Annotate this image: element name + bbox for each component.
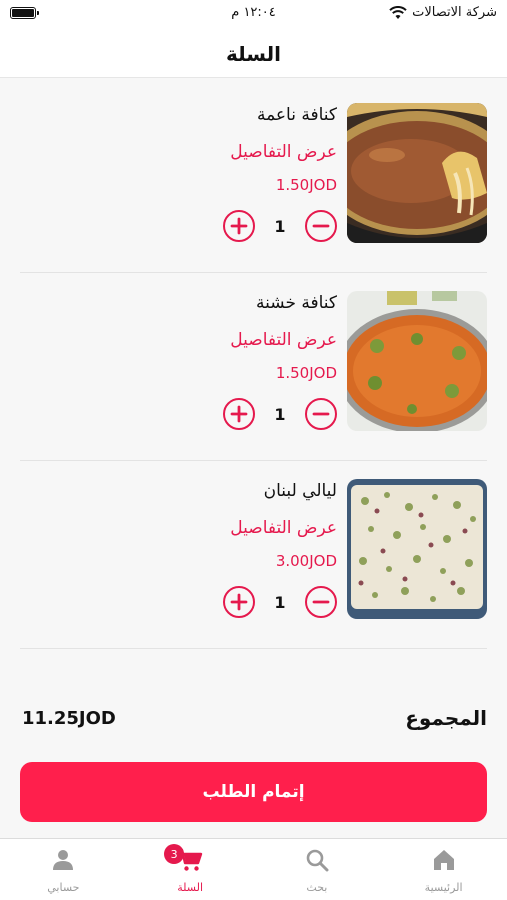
- tab-account[interactable]: حسابي: [0, 839, 127, 900]
- carrier-name: شركة الاتصالات: [412, 5, 497, 20]
- item-name: كنافة خشنة: [256, 293, 337, 313]
- plus-circle-icon[interactable]: [223, 210, 255, 242]
- view-details-link[interactable]: عرض التفاصيل: [87, 140, 337, 164]
- cart-list: كنافة ناعمة عرض التفاصيل 1.50JOD 1 كنافة…: [20, 85, 487, 649]
- cart-item: ليالي لبنان عرض التفاصيل 3.00JOD 1: [20, 461, 487, 649]
- cart-count-badge: 3: [164, 844, 185, 864]
- tab-home[interactable]: الرئيسية: [380, 839, 507, 900]
- quantity-stepper: 1: [223, 210, 337, 242]
- checkout-button[interactable]: إتمام الطلب: [20, 762, 487, 822]
- view-details-link[interactable]: عرض التفاصيل: [87, 328, 337, 352]
- search-icon: [304, 847, 330, 873]
- quantity-stepper: 1: [223, 586, 337, 618]
- total-label: المجموع: [405, 706, 487, 730]
- plus-circle-icon[interactable]: [223, 398, 255, 430]
- tab-bar: حسابي 3 السلة بحث الرئيسية: [0, 838, 507, 900]
- minus-circle-icon[interactable]: [305, 398, 337, 430]
- minus-circle-icon[interactable]: [305, 210, 337, 242]
- item-price: 1.50JOD: [275, 364, 337, 382]
- kunafa-khishneh-photo[interactable]: [347, 291, 487, 431]
- view-details-link[interactable]: عرض التفاصيل: [87, 516, 337, 540]
- item-info: كنافة ناعمة عرض التفاصيل 1.50JOD: [87, 103, 337, 195]
- nav-bar: السلة: [0, 30, 507, 78]
- plus-circle-icon[interactable]: [223, 586, 255, 618]
- status-bar: ١٢:٠٤ م شركة الاتصالات: [0, 0, 507, 30]
- layali-lubnan-photo[interactable]: [347, 479, 487, 619]
- quantity-value: 1: [274, 404, 286, 424]
- quantity-value: 1: [274, 592, 286, 612]
- wifi-icon: [389, 5, 407, 19]
- item-price: 3.00JOD: [275, 552, 337, 570]
- quantity-value: 1: [274, 216, 286, 236]
- tab-cart[interactable]: 3 السلة: [127, 839, 254, 900]
- tab-label: بحث: [306, 881, 328, 894]
- tab-search[interactable]: بحث: [254, 839, 381, 900]
- minus-circle-icon[interactable]: [305, 586, 337, 618]
- home-icon: [431, 847, 457, 873]
- status-carrier: شركة الاتصالات: [389, 5, 497, 20]
- item-name: ليالي لبنان: [263, 481, 337, 501]
- item-name: كنافة ناعمة: [256, 105, 337, 125]
- total-amount: 11.25JOD: [22, 708, 116, 729]
- kunafa-naema-photo[interactable]: [347, 103, 487, 243]
- item-info: كنافة خشنة عرض التفاصيل 1.50JOD: [87, 291, 337, 383]
- user-icon: [50, 847, 76, 873]
- checkout-label: إتمام الطلب: [202, 782, 305, 802]
- cart-item: كنافة خشنة عرض التفاصيل 1.50JOD 1: [20, 273, 487, 461]
- item-info: ليالي لبنان عرض التفاصيل 3.00JOD: [87, 479, 337, 571]
- total-row: 11.25JOD المجموع: [22, 706, 487, 736]
- item-price: 1.50JOD: [275, 176, 337, 194]
- quantity-stepper: 1: [223, 398, 337, 430]
- tab-label: حسابي: [47, 881, 80, 894]
- tab-label: السلة: [177, 881, 203, 894]
- page-title: السلة: [225, 41, 281, 66]
- tab-label: الرئيسية: [424, 881, 463, 894]
- cart-item: كنافة ناعمة عرض التفاصيل 1.50JOD 1: [20, 85, 487, 273]
